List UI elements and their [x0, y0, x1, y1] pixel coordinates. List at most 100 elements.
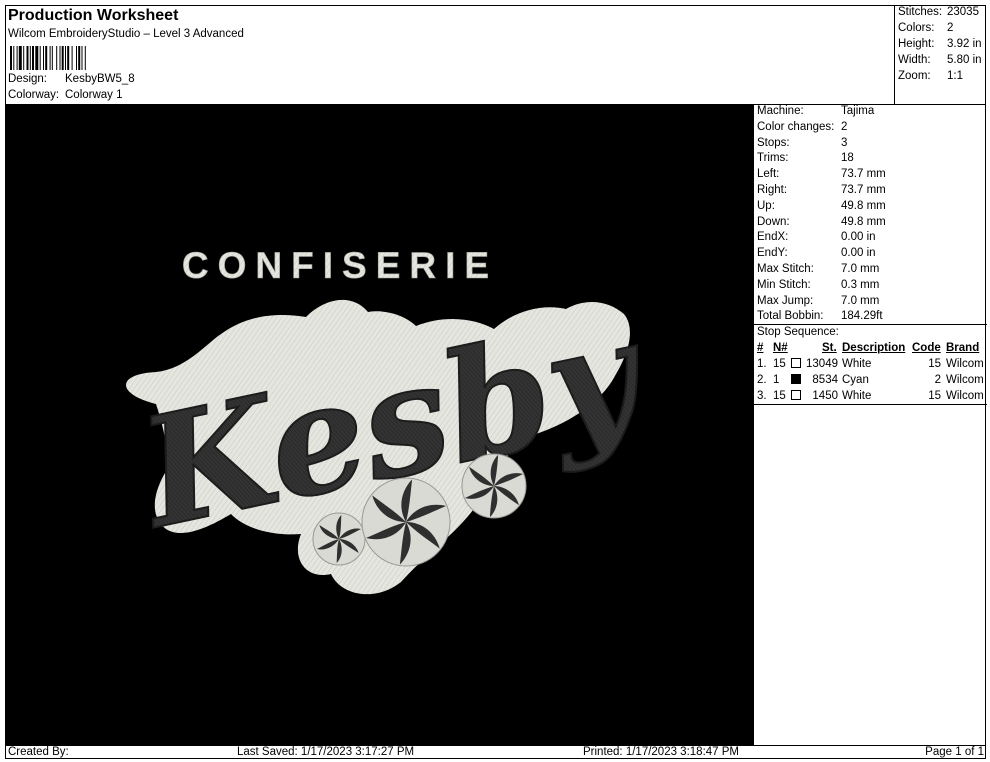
barcode	[10, 46, 86, 70]
property-row: Down: 49.8 mm	[757, 216, 886, 228]
property-label: Trims:	[757, 152, 789, 165]
stat-value: 3.92 in	[947, 38, 982, 50]
candy-large-icon	[361, 477, 451, 567]
stat-colors: Colors: 2	[898, 22, 953, 34]
property-row: EndY: 0.00 in	[757, 247, 876, 259]
row-num: 2.	[757, 374, 767, 386]
row-stitches: 1450	[812, 390, 838, 402]
row-stitches: 13049	[806, 358, 838, 370]
property-label: Left:	[757, 168, 780, 181]
property-value: 2	[841, 120, 848, 133]
row-code: 15	[928, 390, 941, 402]
candy-medium-icon	[461, 453, 527, 519]
property-value: 0.00 in	[841, 247, 876, 260]
property-row: Stops: 3	[757, 137, 847, 149]
software-name: Wilcom EmbroideryStudio – Level 3 Advanc…	[8, 28, 244, 40]
row-brand: Wilcom	[946, 390, 984, 402]
property-label: Max Jump:	[757, 294, 814, 307]
property-row: Max Stitch: 7.0 mm	[757, 263, 879, 275]
property-value: 7.0 mm	[841, 263, 880, 275]
col-brand: Brand	[946, 342, 980, 354]
color-swatch	[791, 390, 801, 400]
design-row: Design: KesbyBW5_8	[8, 73, 135, 85]
col-description: Description	[842, 342, 906, 354]
row-brand: Wilcom	[946, 358, 984, 370]
property-value: 0.3 mm	[841, 278, 880, 291]
col-num: #	[757, 342, 764, 354]
property-value: 3	[841, 136, 848, 149]
property-value: 184.29ft	[841, 310, 883, 323]
col-needle: N#	[773, 342, 788, 354]
property-row: Max Jump: 7.0 mm	[757, 295, 879, 307]
property-row: Up: 49.8 mm	[757, 200, 886, 212]
stat-value: 2	[947, 22, 954, 34]
property-label: Max Stitch:	[757, 263, 814, 275]
stat-value: 5.80 in	[947, 54, 982, 66]
properties-panel: Machine: Tajima Color changes: 2 Stops: 3 Trim…	[753, 104, 987, 745]
property-label: Down:	[757, 215, 790, 228]
embroidery-design: CONFISERIE Kesby	[123, 245, 662, 595]
footer: Created By: Last Saved: 1/17/2023 3:17:2…	[6, 745, 987, 760]
stat-label: Height:	[898, 38, 935, 50]
property-row: Left: 73.7 mm	[757, 168, 886, 180]
property-label: Stops:	[757, 136, 790, 149]
worksheet: Production Worksheet Wilcom EmbroiderySt…	[5, 5, 987, 760]
row-needle: 15	[773, 358, 786, 370]
stats-box: Stitches: 23035 Colors: 2 Height: 3.92 i…	[894, 6, 987, 104]
candy-small-icon	[312, 512, 366, 566]
row-description: White	[842, 358, 872, 370]
header: Production Worksheet Wilcom EmbroiderySt…	[6, 6, 894, 104]
col-code: Code	[912, 342, 941, 354]
property-value: Tajima	[841, 105, 875, 117]
row-needle: 1	[773, 374, 780, 386]
design-preview: CONFISERIE Kesby	[6, 104, 753, 745]
divider	[754, 324, 987, 325]
property-label: Right:	[757, 184, 788, 196]
table-row: 2. 1 8534 Cyan 2 Wilcom	[754, 374, 987, 390]
design-value: KesbyBW5_8	[65, 73, 135, 85]
last-saved: Last Saved: 1/17/2023 3:17:27 PM	[237, 746, 415, 758]
row-description: Cyan	[842, 374, 869, 386]
stat-stitches: Stitches: 23035	[898, 6, 979, 18]
table-header: # N# St. Description Code Brand	[754, 342, 987, 358]
color-swatch	[791, 358, 801, 368]
colorway-row: Colorway: Colorway 1	[8, 89, 123, 101]
property-value: 7.0 mm	[841, 294, 880, 307]
row-stitches: 8534	[812, 374, 838, 386]
property-row: Total Bobbin: 184.29ft	[757, 310, 883, 322]
colorway-value: Colorway 1	[65, 89, 123, 101]
colorway-label: Colorway:	[8, 89, 60, 101]
property-label: Total Bobbin:	[757, 310, 824, 323]
stat-label: Colors:	[898, 22, 935, 34]
property-value: 0.00 in	[841, 231, 876, 244]
stop-sequence-title: Stop Sequence:	[757, 326, 839, 338]
property-row: Machine: Tajima	[757, 105, 874, 117]
stat-height: Height: 3.92 in	[898, 38, 982, 50]
design-label: Design:	[8, 73, 47, 85]
stat-label: Zoom:	[898, 70, 931, 82]
property-row: Trims: 18	[757, 152, 854, 164]
property-label: EndX:	[757, 231, 789, 244]
color-swatch	[791, 374, 801, 384]
property-value: 18	[841, 152, 854, 165]
property-row: EndX: 0.00 in	[757, 231, 876, 243]
stat-label: Width:	[898, 54, 931, 66]
property-row: Color changes: 2	[757, 121, 847, 133]
stat-label: Stitches:	[898, 6, 943, 18]
property-value: 73.7 mm	[841, 168, 886, 181]
row-num: 1.	[757, 358, 767, 370]
property-label: Up:	[757, 199, 775, 212]
row-brand: Wilcom	[946, 374, 984, 386]
stat-zoom: Zoom: 1:1	[898, 70, 963, 82]
property-value: 49.8 mm	[841, 199, 886, 212]
row-needle: 15	[773, 390, 786, 402]
row-code: 15	[928, 358, 941, 370]
stat-width: Width: 5.80 in	[898, 54, 982, 66]
page-title: Production Worksheet	[8, 7, 179, 24]
row-num: 3.	[757, 390, 767, 402]
property-row: Min Stitch: 0.3 mm	[757, 279, 879, 291]
stop-sequence-table: # N# St. Description Code Brand 1. 15 1304…	[754, 342, 987, 406]
property-value: 49.8 mm	[841, 215, 886, 228]
property-label: Min Stitch:	[757, 278, 811, 291]
created-by: Created By:	[8, 746, 69, 758]
